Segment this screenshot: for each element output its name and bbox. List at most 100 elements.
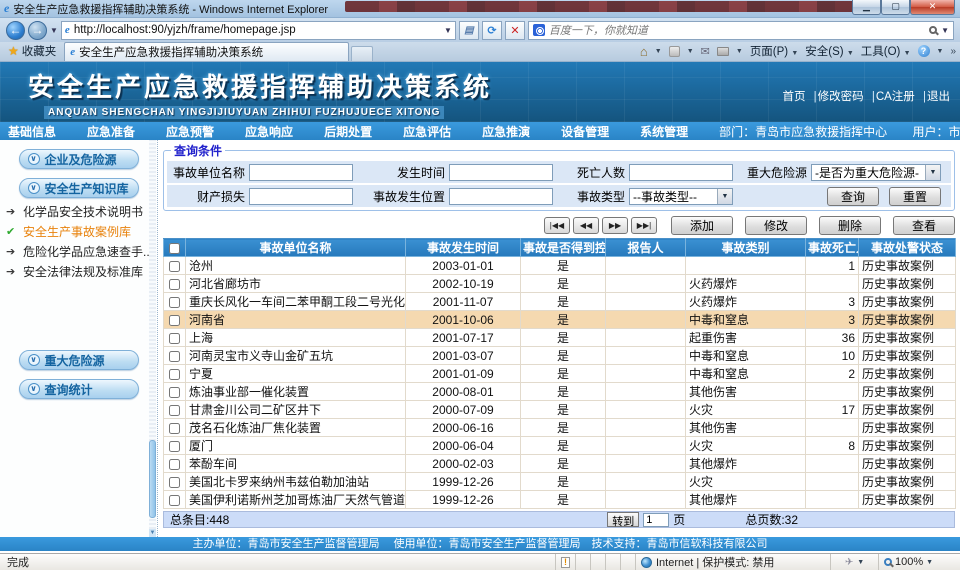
status-mode-segment[interactable]: ✈ ▼ — [830, 554, 878, 570]
table-row[interactable]: 炼油事业部一催化装置2000-08-01是其他伤害历史事故案例 — [164, 383, 956, 401]
row-checkbox[interactable] — [169, 387, 180, 398]
table-row[interactable]: 河北省廊坊市2002-10-19是火药爆炸历史事故案例 — [164, 275, 956, 293]
stop-button[interactable]: ✕ — [505, 21, 525, 40]
goto-page-button[interactable]: 转到 — [607, 512, 639, 527]
toolbar-overflow-chevron[interactable]: » — [950, 46, 956, 57]
print-icon[interactable] — [717, 47, 729, 56]
modify-button[interactable]: 修改 — [745, 216, 807, 235]
table-row[interactable]: 上海2001-07-17是起重伤害36历史事故案例 — [164, 329, 956, 347]
table-row[interactable]: 河南灵宝市义寺山金矿五坑2001-03-07是中毒和窒息10历史事故案例 — [164, 347, 956, 365]
help-icon[interactable]: ? — [918, 45, 930, 57]
row-checkbox[interactable] — [169, 495, 180, 506]
nav-menu-item[interactable]: 设备管理 — [561, 123, 609, 140]
help-dropdown-icon[interactable]: ▼ — [937, 48, 944, 55]
goto-page-input[interactable] — [643, 513, 669, 527]
minimize-button[interactable]: ▁ — [852, 0, 881, 15]
table-row[interactable]: 甘肃金川公司二矿区井下2000-07-09是火灾17历史事故案例 — [164, 401, 956, 419]
table-header-cell[interactable]: 事故类别 — [686, 239, 806, 257]
next-page-button[interactable]: ▶▶ — [602, 217, 628, 234]
favorites-button[interactable]: ★ 收藏夹 — [4, 43, 64, 61]
reset-button[interactable]: 重置 — [889, 187, 941, 206]
row-checkbox[interactable] — [169, 441, 180, 452]
mode-dropdown-icon[interactable]: ▼ — [857, 559, 864, 566]
view-button[interactable]: 查看 — [893, 216, 955, 235]
forward-button[interactable]: → — [28, 21, 47, 40]
refresh-button[interactable]: ⟳ — [482, 21, 502, 40]
table-row[interactable]: 美国北卡罗来纳州韦兹伯勒加油站1999-12-26是火灾历史事故案例 — [164, 473, 956, 491]
table-header-cell[interactable]: 事故处警状态 — [859, 239, 956, 257]
search-dropdown-icon[interactable]: ▼ — [941, 26, 949, 35]
nav-menu-item[interactable]: 应急评估 — [403, 123, 451, 140]
table-header-cell[interactable]: 事故单位名称 — [186, 239, 406, 257]
row-checkbox[interactable] — [169, 261, 180, 272]
command-item-dropdown-icon[interactable]: ▼ — [791, 50, 798, 57]
row-checkbox[interactable] — [169, 315, 180, 326]
table-header-cell[interactable]: 事故死亡人数 — [806, 239, 859, 257]
sidebar-scrollbar[interactable]: ▼ — [149, 140, 156, 537]
home-icon[interactable]: ⌂ — [640, 44, 648, 59]
sidebar-scroll-down-icon[interactable]: ▼ — [149, 529, 156, 537]
command-item[interactable]: 工具(O) ▼ — [861, 43, 911, 59]
sidebar-section-button[interactable]: 安全生产知识库 — [19, 178, 139, 198]
row-checkbox[interactable] — [169, 351, 180, 362]
compatibility-view-button[interactable]: ▤ — [459, 21, 479, 40]
print-dropdown-icon[interactable]: ▼ — [736, 48, 743, 55]
add-button[interactable]: 添加 — [671, 216, 733, 235]
nav-menu-item[interactable]: 应急预警 — [166, 123, 214, 140]
search-button[interactable]: 查询 — [827, 187, 879, 206]
table-row[interactable]: 重庆长风化一车间二苯甲酮工段二号光化釜2001-11-07是火药爆炸3历史事故案… — [164, 293, 956, 311]
query-1-input[interactable] — [449, 188, 553, 205]
row-checkbox[interactable] — [169, 423, 180, 434]
row-checkbox[interactable] — [169, 459, 180, 470]
table-header-cell[interactable]: 事故发生时间 — [406, 239, 521, 257]
back-button[interactable]: ← — [6, 21, 25, 40]
sidebar-item[interactable]: ➔安全法律法规及标准库 — [6, 262, 157, 282]
query-1-input[interactable] — [449, 164, 553, 181]
sidebar-item[interactable]: ➔危险化学品应急速查手... — [6, 242, 157, 262]
table-row[interactable]: 宁夏2001-01-09是中毒和窒息2历史事故案例 — [164, 365, 956, 383]
sidebar-item[interactable]: ✔安全生产事故案例库 — [6, 222, 157, 242]
search-placeholder[interactable]: 百度一下，你就知道 — [549, 22, 925, 38]
status-zoom-segment[interactable]: 100% ▼ — [878, 554, 960, 570]
command-item-dropdown-icon[interactable]: ▼ — [904, 50, 911, 57]
history-dropdown-icon[interactable]: ▼ — [50, 26, 58, 35]
search-icon[interactable] — [929, 26, 937, 34]
address-url[interactable]: http://localhost:90/yjzh/frame/homepage.… — [74, 24, 440, 36]
row-checkbox[interactable] — [169, 477, 180, 488]
table-row[interactable]: 美国伊利诺斯州芝加哥炼油厂天然气管道1999-12-26是其他爆炸历史事故案例 — [164, 491, 956, 509]
query-0-input[interactable] — [249, 188, 353, 205]
nav-menu-item[interactable]: 应急推演 — [482, 123, 530, 140]
query-select[interactable]: -是否为重大危险源-▼ — [811, 164, 941, 181]
home-dropdown-icon[interactable]: ▼ — [655, 48, 662, 55]
table-row[interactable]: 厦门2000-06-04是火灾8历史事故案例 — [164, 437, 956, 455]
close-button[interactable]: ✕ — [910, 0, 955, 15]
tab-active[interactable]: e 安全生产应急救援指挥辅助决策系统 — [64, 42, 349, 61]
row-checkbox[interactable] — [169, 279, 180, 290]
table-row[interactable]: 沧州2003-01-01是1历史事故案例 — [164, 257, 956, 275]
nav-menu-item[interactable]: 应急准备 — [87, 123, 135, 140]
nav-menu-item[interactable]: 应急响应 — [245, 123, 293, 140]
command-item[interactable]: 安全(S) ▼ — [805, 43, 853, 59]
row-checkbox[interactable] — [169, 297, 180, 308]
query-select[interactable]: --事故类型--▼ — [629, 188, 733, 205]
sidebar-section-button[interactable]: 查询统计 — [19, 379, 139, 399]
feeds-dropdown-icon[interactable]: ▼ — [687, 48, 694, 55]
table-row[interactable]: 苯酚车间2000-02-03是其他爆炸历史事故案例 — [164, 455, 956, 473]
nav-menu-item[interactable]: 基础信息 — [8, 123, 56, 140]
row-checkbox[interactable] — [169, 333, 180, 344]
maximize-button[interactable]: ▢ — [881, 0, 910, 15]
sidebar-item[interactable]: ➔化学品安全技术说明书 — [6, 202, 157, 222]
header-link[interactable]: 修改密码 — [818, 91, 864, 103]
sidebar-section-button[interactable]: 重大危险源 — [19, 350, 139, 370]
table-header-cell[interactable]: 报告人 — [606, 239, 686, 257]
nav-menu-item[interactable]: 系统管理 — [640, 123, 688, 140]
nav-menu-item[interactable]: 后期处置 — [324, 123, 372, 140]
header-link[interactable]: 首页 — [782, 91, 805, 103]
search-box[interactable]: 百度一下，你就知道 ▼ — [528, 21, 954, 40]
row-checkbox[interactable] — [169, 405, 180, 416]
query-2-input[interactable] — [629, 164, 733, 181]
prev-page-button[interactable]: ◀◀ — [573, 217, 599, 234]
first-page-button[interactable]: |◀◀ — [544, 217, 570, 234]
header-link[interactable]: 退出 — [927, 91, 950, 103]
header-link[interactable]: CA注册 — [876, 91, 915, 103]
